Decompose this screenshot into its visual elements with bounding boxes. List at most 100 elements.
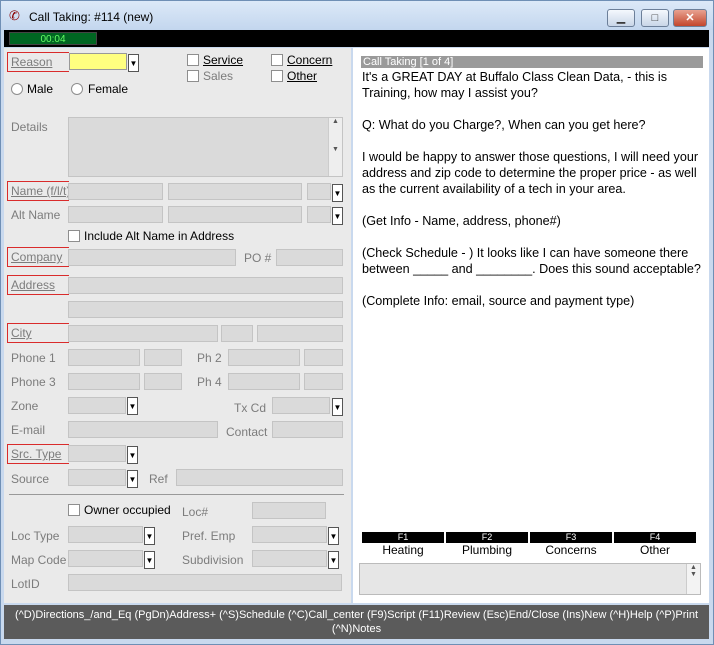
altname-label: Alt Name xyxy=(11,208,61,222)
female-radio[interactable] xyxy=(71,83,83,95)
mapcode-dropdown[interactable]: ▼ xyxy=(144,551,155,569)
close-button[interactable]: ✕ xyxy=(673,9,707,27)
subdivision-label: Subdivision xyxy=(182,553,244,567)
chevron-down-icon: ▼ xyxy=(329,532,338,541)
service-checkbox[interactable] xyxy=(187,54,199,66)
contact-input[interactable] xyxy=(272,421,343,438)
lotid-input[interactable] xyxy=(68,574,342,591)
alt-first-name-input[interactable] xyxy=(68,206,163,223)
first-name-input[interactable] xyxy=(68,183,163,200)
minimize-icon: ▁ xyxy=(616,12,626,24)
concern-label: Concern xyxy=(287,53,333,67)
maximize-button[interactable]: □ xyxy=(641,9,669,27)
alt-last-name-input[interactable] xyxy=(168,206,302,223)
other-checkbox[interactable] xyxy=(271,70,283,82)
section-divider xyxy=(9,494,344,495)
phone3-ext-input[interactable] xyxy=(144,373,182,390)
subdivision-input[interactable] xyxy=(252,550,327,567)
details-scrollbar[interactable]: ▲ ▼ xyxy=(328,118,342,176)
fkey-other-button[interactable]: F4 Other xyxy=(614,532,696,558)
phone4-input[interactable] xyxy=(228,373,300,390)
locnum-input[interactable] xyxy=(252,502,326,519)
prefemp-dropdown[interactable]: ▼ xyxy=(328,527,339,545)
fkey-concerns-button[interactable]: F3 Concerns xyxy=(530,532,612,558)
minimize-button[interactable]: ▁ xyxy=(607,9,635,27)
ref-input[interactable] xyxy=(176,469,343,486)
company-label: Company xyxy=(7,247,69,267)
srctype-label: Src. Type xyxy=(7,444,69,464)
source-input[interactable] xyxy=(68,469,126,486)
script-notes-input[interactable] xyxy=(359,563,701,595)
srctype-input[interactable] xyxy=(68,445,126,462)
chevron-down-icon: ▼ xyxy=(333,189,342,198)
state-input[interactable] xyxy=(221,325,253,342)
phone1-input[interactable] xyxy=(68,349,140,366)
window-title: Call Taking: #114 (new) xyxy=(29,10,154,24)
fkey-label: F2 xyxy=(446,532,528,543)
male-radio[interactable] xyxy=(11,83,23,95)
fkey-heating-button[interactable]: F1 Heating xyxy=(362,532,444,558)
script-paragraph: It's a GREAT DAY at Buffalo Class Clean … xyxy=(362,70,668,100)
script-paragraph: I would be happy to answer those questio… xyxy=(362,150,699,196)
fkey-name: Plumbing xyxy=(461,543,513,557)
script-paragraph: (Complete Info: email, source and paymen… xyxy=(362,294,635,308)
last-name-input[interactable] xyxy=(168,183,302,200)
status-bar: (^D)Directions_/and_Eq (PgDn)Address+ (^… xyxy=(4,605,709,639)
loctype-dropdown[interactable]: ▼ xyxy=(144,527,155,545)
txcd-input[interactable] xyxy=(272,397,330,414)
shortcut-line-1: (^D)Directions_/and_Eq (PgDn)Address+ (^… xyxy=(14,609,699,621)
address-line2-input[interactable] xyxy=(68,301,343,318)
details-textarea[interactable] xyxy=(68,117,343,177)
name-dropdown[interactable]: ▼ xyxy=(332,184,343,202)
po-input[interactable] xyxy=(276,249,343,266)
contact-label: Contact xyxy=(226,425,268,439)
sales-checkbox[interactable] xyxy=(187,70,199,82)
address-line1-input[interactable] xyxy=(68,277,343,294)
zone-label: Zone xyxy=(11,399,39,413)
script-fkey-bar: F1 Heating F2 Plumbing F3 Concerns F4 Ot… xyxy=(362,532,696,560)
altname-dropdown[interactable]: ▼ xyxy=(332,207,343,225)
prefemp-input[interactable] xyxy=(252,526,327,543)
phone3-input[interactable] xyxy=(68,373,140,390)
fkey-name: Heating xyxy=(382,543,424,557)
srctype-dropdown[interactable]: ▼ xyxy=(127,446,138,464)
source-dropdown[interactable]: ▼ xyxy=(127,470,138,488)
phone1-ext-input[interactable] xyxy=(144,349,182,366)
reason-input[interactable] xyxy=(69,53,127,70)
company-input[interactable] xyxy=(68,249,236,266)
chevron-down-icon: ▼ xyxy=(128,475,137,484)
city-input[interactable] xyxy=(68,325,218,342)
phone2-ext-input[interactable] xyxy=(304,349,343,366)
title-bar[interactable]: ✆ Call Taking: #114 (new) ▁ □ ✕ xyxy=(1,1,713,30)
zone-input[interactable] xyxy=(68,397,126,414)
mapcode-input[interactable] xyxy=(68,550,143,567)
owner-checkbox[interactable] xyxy=(68,504,80,516)
prefemp-label: Pref. Emp xyxy=(182,529,236,543)
notes-scrollbar[interactable]: ▲ ▼ xyxy=(686,564,700,594)
zone-dropdown[interactable]: ▼ xyxy=(127,397,138,415)
fkey-plumbing-button[interactable]: F2 Plumbing xyxy=(446,532,528,558)
zip-input[interactable] xyxy=(257,325,343,342)
script-header: Call Taking [1 of 4] xyxy=(361,56,703,68)
txcd-dropdown[interactable]: ▼ xyxy=(332,398,343,416)
phone4-ext-input[interactable] xyxy=(304,373,343,390)
reason-label: Reason xyxy=(7,52,69,72)
txcd-label: Tx Cd xyxy=(234,401,267,415)
alt-title-input[interactable] xyxy=(307,206,331,223)
subdivision-dropdown[interactable]: ▼ xyxy=(328,551,339,569)
chevron-down-icon: ▼ xyxy=(128,451,137,460)
close-icon: ✕ xyxy=(685,12,695,24)
script-paragraph: (Get Info - Name, address, phone#) xyxy=(362,214,561,228)
title-input[interactable] xyxy=(307,183,331,200)
email-input[interactable] xyxy=(68,421,218,438)
lotid-label: LotID xyxy=(11,577,40,591)
chevron-down-icon: ▼ xyxy=(145,556,154,565)
po-label: PO # xyxy=(244,251,272,265)
loctype-input[interactable] xyxy=(68,526,143,543)
phone2-input[interactable] xyxy=(228,349,300,366)
reason-dropdown[interactable]: ▼ xyxy=(128,54,139,72)
chevron-down-icon: ▼ xyxy=(129,59,138,68)
concern-checkbox[interactable] xyxy=(271,54,283,66)
include-alt-checkbox[interactable] xyxy=(68,230,80,242)
call-form: Reason ▼ Service Concern Sales Other Mal… xyxy=(4,48,351,603)
